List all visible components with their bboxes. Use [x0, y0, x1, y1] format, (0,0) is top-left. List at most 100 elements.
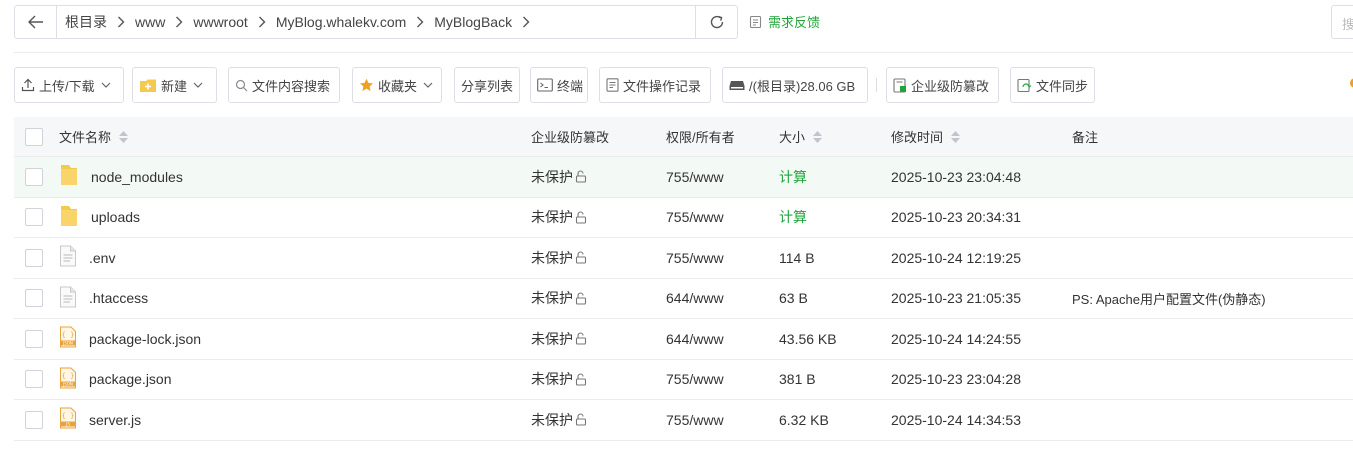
chevron-down-icon [193, 82, 203, 88]
unlock-icon[interactable] [575, 170, 587, 183]
table-row[interactable]: { } JSON package.json 未保护 755/www 381 B 2… [14, 360, 1353, 400]
chevron-right-icon [167, 15, 191, 29]
tamper-cell: 未保护 [531, 198, 587, 238]
operation-log-button[interactable]: 文件操作记录 [599, 67, 711, 103]
sort-icon[interactable] [119, 130, 129, 143]
refresh-button[interactable] [696, 5, 738, 39]
unlock-icon[interactable] [575, 292, 587, 305]
favorites-button[interactable]: 收藏夹 [352, 67, 442, 103]
back-button[interactable] [15, 6, 57, 38]
new-label: 新建 [161, 78, 188, 94]
new-button[interactable]: 新建 [132, 67, 217, 103]
note[interactable]: PS: Apache用户配置文件(伪静态) [1072, 279, 1266, 319]
svg-text:JSON: JSON [62, 341, 73, 346]
disk-button[interactable]: /(根目录)28.06 GB [722, 67, 868, 103]
row-checkbox[interactable] [25, 370, 43, 389]
table-row[interactable]: node_modules 未保护 755/www 计算 2025-10-23 2… [14, 157, 1353, 198]
svg-text:JSON: JSON [62, 381, 73, 386]
unlock-icon[interactable] [575, 373, 587, 386]
content-search-button[interactable]: 文件内容搜索 [228, 67, 340, 103]
svg-text:JS: JS [65, 422, 70, 427]
name-cell: .htaccess [59, 279, 148, 319]
row-checkbox[interactable] [25, 248, 43, 267]
header-modified[interactable]: 修改时间 [891, 117, 961, 156]
name-cell: { } JSON package.json [59, 360, 172, 400]
file-name[interactable]: uploads [91, 209, 140, 225]
breadcrumb-item[interactable]: MyBlog.whalekv.com [274, 14, 408, 30]
chevron-right-icon [408, 15, 432, 29]
modified-time: 2025-10-23 23:04:48 [891, 168, 1021, 185]
permission[interactable]: 644/www [666, 279, 724, 319]
arrow-left-icon [27, 15, 43, 29]
disk-icon [729, 81, 745, 90]
feedback-link[interactable]: 需求反馈 [749, 12, 820, 31]
tamper-protection-label: 企业级防篡改 [911, 78, 990, 94]
permission[interactable]: 755/www [666, 157, 724, 197]
tamper-status: 未保护 [531, 371, 573, 388]
table-body: node_modules 未保护 755/www 计算 2025-10-23 2… [14, 157, 1353, 441]
file-name[interactable]: server.js [89, 412, 141, 428]
calculate-size-link[interactable]: 计算 [779, 157, 807, 197]
permission[interactable]: 755/www [666, 400, 724, 440]
address-bar: 根目录 www wwwroot MyBlog.whalekv.com MyBlo… [14, 5, 738, 39]
file-name[interactable]: node_modules [91, 169, 183, 185]
breadcrumb-item[interactable]: 根目录 [63, 12, 109, 32]
search-input[interactable]: 搜 [1331, 5, 1353, 39]
file-name[interactable]: .htaccess [89, 290, 148, 306]
folder-icon [59, 163, 79, 190]
unlock-icon[interactable] [575, 211, 587, 224]
size: 63 B [779, 290, 808, 307]
permission[interactable]: 644/www [666, 319, 724, 359]
row-checkbox[interactable] [25, 208, 43, 227]
path-box[interactable]: 根目录 www wwwroot MyBlog.whalekv.com MyBlo… [14, 5, 696, 39]
header-name[interactable]: 文件名称 [59, 117, 129, 156]
row-checkbox[interactable] [25, 410, 43, 429]
name-cell: .env [59, 238, 115, 278]
chevron-right-icon [109, 15, 133, 29]
refresh-icon [710, 15, 723, 29]
sort-icon[interactable] [813, 130, 823, 143]
modified-time: 2025-10-24 12:19:25 [891, 249, 1021, 266]
breadcrumb-item[interactable]: MyBlogBack [432, 14, 514, 30]
tamper-cell: 未保护 [531, 279, 587, 319]
table-row[interactable]: .env 未保护 755/www 114 B 2025-10-24 12:19:… [14, 238, 1353, 279]
unlock-icon[interactable] [575, 332, 587, 345]
file-name[interactable]: package-lock.json [89, 331, 201, 347]
name-cell: node_modules [59, 157, 183, 197]
upload-label: 上传/下载 [39, 78, 95, 94]
header-size-label: 大小 [779, 130, 806, 145]
file-icon [59, 286, 77, 311]
row-checkbox[interactable] [25, 167, 43, 186]
terminal-button[interactable]: 终端 [530, 67, 588, 103]
header-size[interactable]: 大小 [779, 117, 823, 156]
tamper-protection-button[interactable]: 企业级防篡改 [886, 67, 999, 103]
permission[interactable]: 755/www [666, 238, 724, 278]
upload-download-button[interactable]: 上传/下载 [14, 67, 124, 103]
file-sync-button[interactable]: 文件同步 [1010, 67, 1095, 103]
share-list-button[interactable]: 分享列表 [454, 67, 520, 103]
table-row[interactable]: { } JSON package-lock.json 未保护 644/www 43… [14, 319, 1353, 360]
breadcrumb-item[interactable]: wwwroot [191, 14, 249, 30]
header-note: 备注 [1072, 130, 1099, 145]
permission[interactable]: 755/www [666, 360, 724, 400]
modified-time: 2025-10-23 20:34:31 [891, 209, 1021, 226]
file-name[interactable]: package.json [89, 371, 172, 387]
unlock-icon[interactable] [575, 413, 587, 426]
select-all-checkbox[interactable] [25, 127, 43, 146]
row-checkbox[interactable] [25, 289, 43, 308]
table-row[interactable]: uploads 未保护 755/www 计算 2025-10-23 20:34:… [14, 198, 1353, 238]
unlock-icon[interactable] [575, 251, 587, 264]
modified-time: 2025-10-24 14:24:55 [891, 330, 1021, 347]
file-name[interactable]: .env [89, 250, 115, 266]
sort-icon[interactable] [951, 130, 961, 143]
breadcrumb-item[interactable]: www [133, 14, 167, 30]
table-row[interactable]: { } JS server.js 未保护 755/www 6.32 KB 2025… [14, 400, 1353, 441]
table-row[interactable]: .htaccess 未保护 644/www 63 B 2025-10-23 21… [14, 279, 1353, 319]
folder-icon [59, 204, 79, 231]
calculate-size-link[interactable]: 计算 [779, 198, 807, 238]
permission[interactable]: 755/www [666, 198, 724, 238]
operation-log-label: 文件操作记录 [623, 78, 702, 94]
disk-label: /(根目录)28.06 GB [749, 78, 856, 94]
tamper-status: 未保护 [531, 411, 573, 428]
row-checkbox[interactable] [25, 329, 43, 348]
